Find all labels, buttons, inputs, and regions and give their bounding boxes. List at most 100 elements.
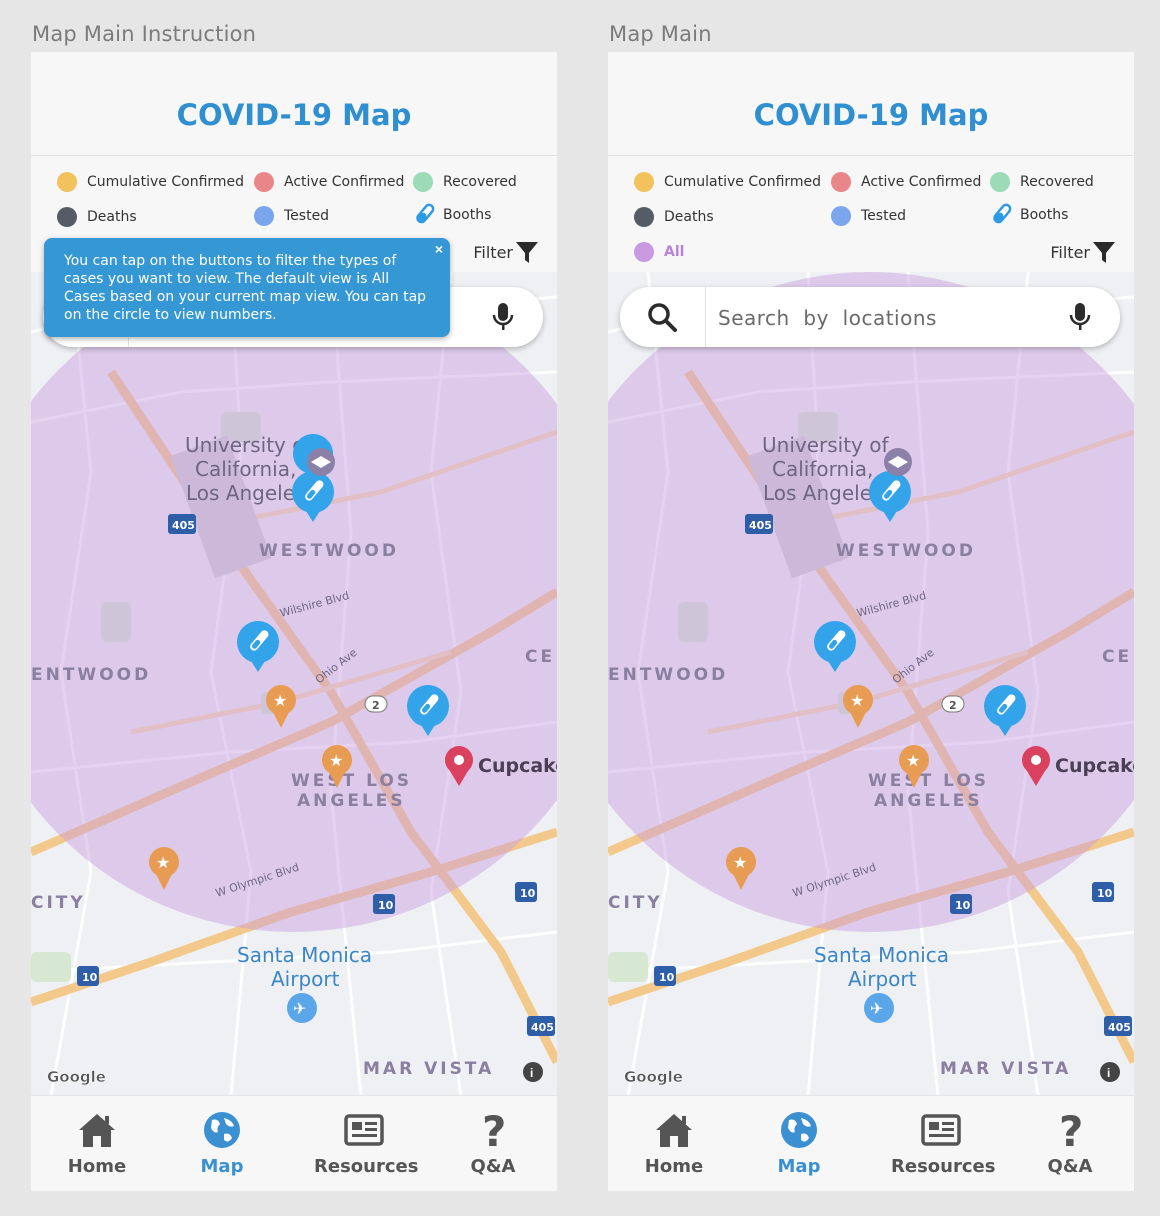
tab-resources[interactable]: Resources [314, 1096, 419, 1191]
app-header: COVID-19 Map [31, 52, 557, 156]
svg-text:i: i [1107, 1066, 1110, 1080]
map-label-wla2: ANGELES [874, 791, 983, 811]
map-label-cen: CE [1102, 647, 1132, 667]
deaths-dot-icon [57, 207, 77, 227]
instruction-tooltip: You can tap on the buttons to filter the… [44, 238, 450, 337]
svg-text:?: ? [482, 1110, 506, 1150]
legend-label: Cumulative Confirmed [664, 174, 822, 190]
legend-recovered[interactable]: Recovered [413, 172, 517, 192]
legend-label: Cumulative Confirmed [87, 174, 245, 190]
svg-text:✈: ✈ [870, 1001, 883, 1018]
legend-label: Recovered [1020, 174, 1094, 190]
route-2-shield: 2 [941, 695, 965, 713]
tab-qa[interactable]: ? Q&A [443, 1096, 543, 1191]
phone-screen-main: COVID-19 Map Cumulative Confirmed Active… [608, 52, 1134, 1191]
cumulative-confirmed-dot-icon [57, 172, 77, 192]
legend-active-confirmed[interactable]: Active Confirmed [254, 172, 404, 192]
info-icon: i [1100, 1062, 1120, 1082]
svg-text:★: ★ [733, 855, 747, 872]
map-label-city: CITY [31, 893, 86, 913]
route-2-shield: 2 [364, 695, 388, 713]
globe-icon [204, 1112, 240, 1148]
map-label-marvista: MAR VISTA [363, 1059, 494, 1079]
legend-tested[interactable]: Tested [254, 206, 329, 226]
legend-deaths[interactable]: Deaths [57, 207, 137, 227]
recovered-dot-icon [413, 172, 433, 192]
legend-label: Booths [443, 207, 492, 223]
airport-icon: ✈ [864, 993, 894, 1023]
map-label-wla1: WEST LOS [291, 771, 412, 791]
frame-label: Map Main Instruction [32, 22, 257, 46]
tab-resources[interactable]: Resources [891, 1096, 996, 1191]
tab-home[interactable]: Home [624, 1096, 724, 1191]
tab-qa[interactable]: ? Q&A [1020, 1096, 1120, 1191]
app-header: COVID-19 Map [608, 52, 1134, 156]
tab-home[interactable]: Home [47, 1096, 147, 1191]
map-label-cupcake: Cupcake [1055, 755, 1134, 777]
map-label-wla2: ANGELES [297, 791, 406, 811]
tab-label: Home [644, 1156, 704, 1177]
legend-label: Active Confirmed [284, 174, 405, 190]
airport-icon: ✈ [287, 993, 317, 1023]
route-label: 2 [372, 699, 380, 712]
legend-active-confirmed[interactable]: Active Confirmed [831, 172, 981, 192]
map-label-ucla: University of [762, 433, 889, 457]
tab-label: Q&A [1047, 1156, 1093, 1177]
legend-booths[interactable]: Booths [988, 202, 1068, 228]
tab-bar: Home Map Resources ? Q&A [31, 1095, 557, 1191]
tab-label: Resources [891, 1156, 996, 1177]
question-icon: ? [1059, 1110, 1083, 1150]
route-10-shield-3: 10 [77, 966, 99, 986]
tab-map[interactable]: Map [172, 1096, 272, 1191]
microphone-icon[interactable] [491, 302, 515, 332]
legend-recovered[interactable]: Recovered [990, 172, 1094, 192]
map-label-marvista: MAR VISTA [940, 1059, 1071, 1079]
filter-funnel-icon [1093, 242, 1115, 263]
close-icon[interactable]: × [435, 241, 443, 257]
google-logo: Google [47, 1068, 106, 1086]
legend-label: All [664, 244, 685, 260]
legend-cumulative-confirmed[interactable]: Cumulative Confirmed [634, 172, 821, 192]
graduation-cap-icon [307, 448, 335, 476]
active-confirmed-dot-icon [254, 172, 274, 192]
map-view[interactable]: University of California, Los Angeles WE… [608, 272, 1134, 1096]
svg-text:★: ★ [850, 693, 864, 710]
page-title: COVID-19 Map [176, 98, 412, 132]
coverage-circle-overlay [31, 272, 557, 932]
route-label: 10 [378, 899, 394, 912]
search-input[interactable] [716, 299, 1060, 337]
legend-label: Recovered [443, 174, 517, 190]
route-405-shield: 405 [745, 514, 773, 534]
test-tube-icon [993, 203, 1012, 224]
map-label-westwood: WESTWOOD [259, 541, 399, 561]
map-label-city: CITY [608, 893, 663, 913]
legend-deaths[interactable]: Deaths [634, 207, 714, 227]
legend-label: Active Confirmed [861, 174, 982, 190]
route-label: 10 [955, 899, 971, 912]
filter-label: Filter [1050, 242, 1090, 262]
tab-map[interactable]: Map [749, 1096, 849, 1191]
search-icon[interactable] [646, 301, 678, 333]
tab-bar: Home Map Resources ? Q&A [608, 1095, 1134, 1191]
route-label: 2 [949, 699, 957, 712]
route-10-shield-2: 10 [515, 882, 537, 902]
filter-button[interactable]: Filter [473, 240, 539, 264]
route-10-shield-3: 10 [654, 966, 676, 986]
search-bar[interactable] [620, 287, 1120, 347]
deaths-dot-icon [634, 207, 654, 227]
map-label-ucla3: Los Angeles [186, 481, 305, 505]
question-icon: ? [482, 1110, 506, 1150]
tab-label: Map [777, 1156, 821, 1177]
filter-button[interactable]: Filter [1050, 240, 1116, 264]
map-label-ucla3: Los Angeles [763, 481, 882, 505]
map-label-cen: CE [525, 647, 555, 667]
microphone-icon[interactable] [1068, 302, 1092, 332]
all-dot-icon [634, 242, 654, 262]
map-canvas: University of California, Los Angeles WE… [31, 272, 557, 1096]
legend-cumulative-confirmed[interactable]: Cumulative Confirmed [57, 172, 244, 192]
legend-all[interactable]: All [634, 242, 684, 262]
legend-tested[interactable]: Tested [831, 206, 906, 226]
map-view[interactable]: University of California, Los Angeles WE… [31, 272, 557, 1096]
tab-label: Resources [314, 1156, 419, 1177]
legend-booths[interactable]: Booths [411, 202, 491, 228]
